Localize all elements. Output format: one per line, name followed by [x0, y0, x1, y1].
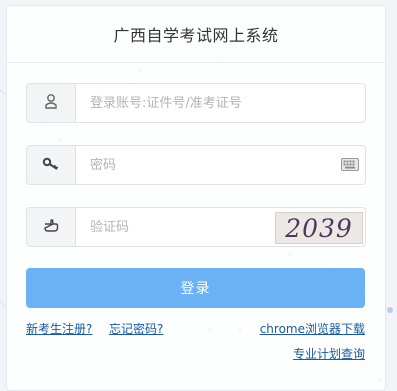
- captcha-input[interactable]: [76, 208, 275, 246]
- forgot-password-link[interactable]: 忘记密码?: [109, 320, 163, 337]
- password-input[interactable]: [76, 146, 335, 184]
- register-link[interactable]: 新考生注册?: [26, 320, 92, 337]
- hand-pointer-icon: [43, 217, 59, 237]
- captcha-addon: [27, 208, 76, 246]
- chrome-download-link[interactable]: chrome浏览器下载: [260, 320, 365, 337]
- major-plan-link[interactable]: 专业计划查询: [293, 345, 365, 362]
- account-field-group: [26, 83, 366, 123]
- user-icon: [44, 93, 58, 113]
- keyboard-button[interactable]: [335, 146, 365, 184]
- captcha-text: 2039: [285, 213, 353, 243]
- keyboard-icon: [341, 156, 359, 175]
- password-addon: [27, 146, 76, 184]
- account-input[interactable]: [76, 84, 365, 122]
- login-card: 广西自学考试网上系统 登录账号:证件号/准考证号 验证码 2039 登录 新考生…: [6, 5, 386, 391]
- password-field-group: [26, 145, 366, 185]
- login-header: 广西自学考试网上系统: [7, 6, 385, 63]
- captcha-image[interactable]: 2039: [275, 212, 363, 244]
- page-title: 广西自学考试网上系统: [113, 26, 279, 45]
- account-addon: [27, 84, 76, 122]
- key-icon: [42, 156, 60, 175]
- login-button[interactable]: 登录: [26, 268, 365, 308]
- captcha-field-group: 2039: [26, 207, 366, 247]
